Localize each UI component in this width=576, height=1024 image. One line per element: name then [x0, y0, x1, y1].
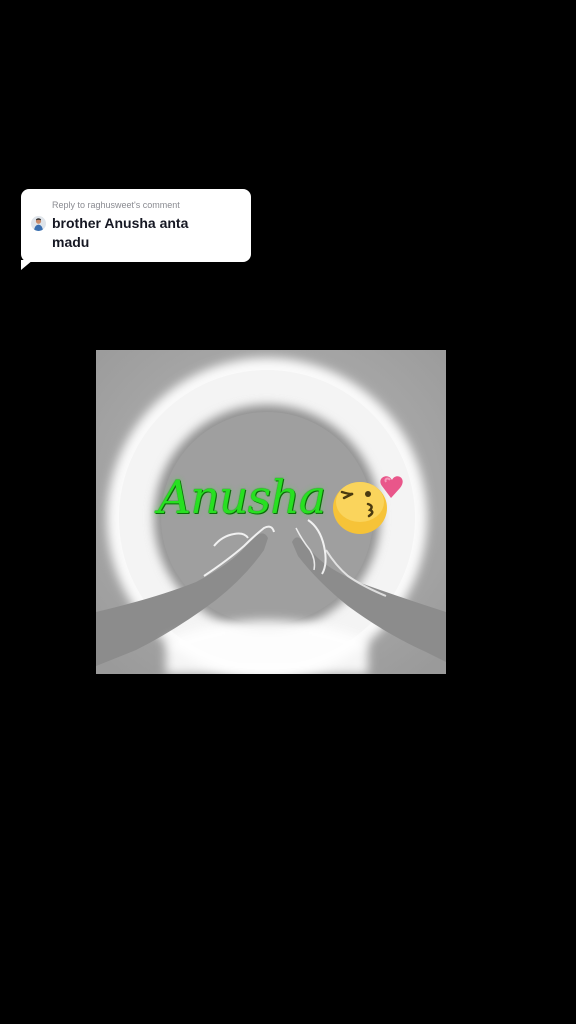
overlay-name-text: Anusha	[158, 470, 326, 524]
bubble-tail	[21, 260, 33, 270]
reply-comment-sticker[interactable]: Reply to raghusweet's comment brother An…	[21, 189, 251, 270]
video-screen[interactable]: Reply to raghusweet's comment brother An…	[0, 0, 576, 1024]
video-content[interactable]: Anusha	[96, 350, 446, 674]
avatar	[31, 216, 46, 231]
reply-label: Reply to raghusweet's comment	[52, 200, 180, 210]
reply-comment-text: brother Anusha anta madu	[52, 215, 189, 250]
kissing-face-heart-icon	[330, 472, 406, 538]
